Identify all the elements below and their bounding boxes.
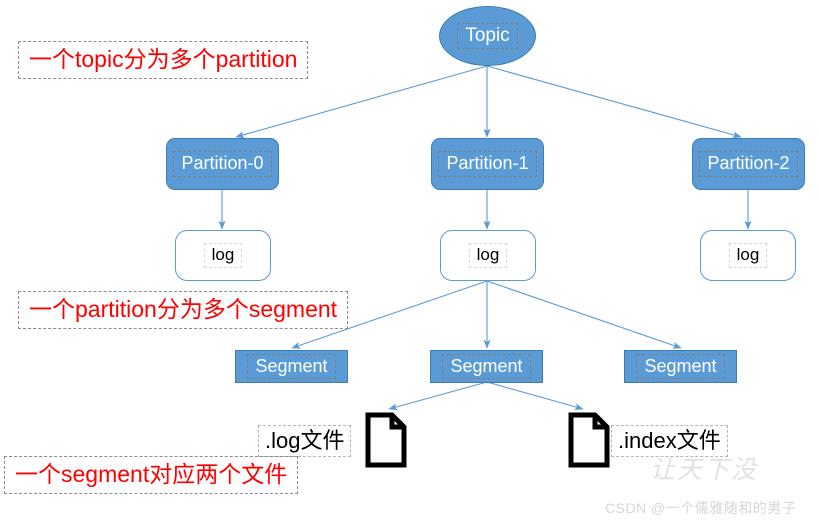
node-segment-0-label: Segment	[247, 353, 336, 380]
watermark-script: 让天下没	[650, 455, 759, 484]
annotation-topic-partition: 一个topic分为多个partition	[18, 41, 309, 80]
node-segment-1-label: Segment	[442, 353, 531, 380]
document-icon-index	[568, 412, 610, 473]
node-partition-0-label: Partition-0	[173, 151, 272, 177]
document-icon-log	[365, 412, 407, 473]
node-segment-2[interactable]: Segment	[624, 350, 737, 383]
node-partition-1-label: Partition-1	[438, 151, 537, 177]
node-log-0[interactable]: log	[175, 230, 271, 281]
file-label-log-text: .log文件	[258, 425, 352, 458]
node-segment-1[interactable]: Segment	[430, 350, 543, 383]
node-log-1-label: log	[468, 243, 508, 268]
node-log-1[interactable]: log	[440, 230, 536, 281]
node-log-0-label: log	[203, 243, 243, 268]
node-log-2[interactable]: log	[700, 230, 796, 281]
node-partition-2[interactable]: Partition-2	[692, 138, 805, 190]
annotation-segment-files: 一个segment对应两个文件	[4, 456, 299, 495]
node-topic[interactable]: Topic	[439, 6, 536, 66]
node-log-2-label: log	[728, 243, 768, 268]
file-label-log: .log文件	[258, 425, 352, 458]
annotation-partition-segment: 一个partition分为多个segment	[18, 291, 349, 330]
node-partition-2-label: Partition-2	[699, 151, 798, 177]
node-segment-2-label: Segment	[636, 353, 725, 380]
node-topic-label: Topic	[457, 22, 518, 50]
node-segment-0[interactable]: Segment	[235, 350, 348, 383]
diagram-canvas: Topic Partition-0 Partition-1 Partition-…	[0, 0, 819, 524]
node-partition-1[interactable]: Partition-1	[431, 138, 544, 190]
node-partition-0[interactable]: Partition-0	[166, 138, 279, 190]
watermark-csdn: CSDN @一个儒雅随和的男子	[605, 500, 797, 516]
